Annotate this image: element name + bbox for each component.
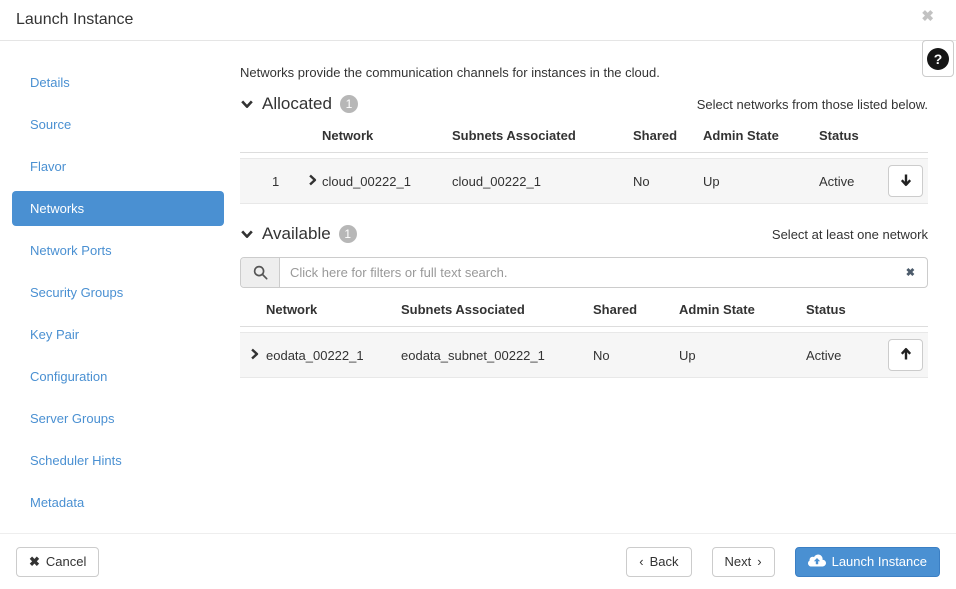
back-label: Back — [649, 554, 679, 569]
chevron-left-icon: ‹ — [639, 554, 644, 569]
column-header-network: Network — [322, 128, 374, 143]
search-input[interactable] — [280, 265, 894, 280]
column-header-subnets: Subnets Associated — [452, 128, 576, 143]
column-header-subnets: Subnets Associated — [401, 302, 525, 317]
cell-admin-state: Up — [703, 173, 720, 189]
column-header-network: Network — [266, 302, 318, 317]
arrow-down-icon — [900, 173, 912, 190]
next-label: Next — [724, 554, 752, 569]
allocated-table: Network Subnets Associated Shared Admin … — [240, 114, 928, 204]
modal-header: Launch Instance ✖ — [0, 0, 956, 41]
allocated-hint: Select networks from those listed below. — [696, 96, 928, 112]
arrow-up-icon — [900, 347, 912, 364]
available-title: Available — [262, 224, 331, 243]
column-header-status: Status — [819, 128, 859, 143]
available-table: Network Subnets Associated Shared Admin … — [240, 292, 928, 378]
available-section-toggle[interactable]: Available 1 — [240, 224, 357, 244]
column-header-status: Status — [806, 302, 846, 317]
available-table-row: eodata_00222_1 eodata_subnet_00222_1 No … — [240, 332, 928, 378]
modal-footer: ✖ Cancel ‹ Back Next › Launch Instance — [0, 533, 956, 589]
help-icon: ? — [927, 47, 949, 70]
deallocate-network-button[interactable] — [888, 165, 923, 197]
allocated-table-row: 1 cloud_00222_1 cloud_00222_1 No Up Acti… — [240, 158, 928, 204]
cell-subnets: cloud_00222_1 — [452, 173, 541, 189]
sidebar-item-metadata[interactable]: Metadata — [12, 485, 224, 520]
sidebar-item-networks[interactable]: Networks — [12, 191, 224, 226]
cell-subnets: eodata_subnet_00222_1 — [401, 347, 545, 363]
chevron-right-icon — [248, 347, 261, 364]
cloud-upload-icon — [807, 554, 826, 570]
allocated-count-badge: 1 — [339, 95, 358, 113]
cell-shared: No — [633, 173, 650, 189]
sidebar-item-scheduler-hints[interactable]: Scheduler Hints — [12, 443, 224, 478]
sort-icon — [250, 173, 266, 189]
launch-instance-button[interactable]: Launch Instance — [794, 546, 940, 577]
column-header-shared: Shared — [593, 302, 638, 317]
sidebar-item-key-pair[interactable]: Key Pair — [12, 317, 224, 352]
sidebar-item-details[interactable]: Details — [12, 65, 224, 100]
available-table-header: Network Subnets Associated Shared Admin … — [240, 292, 928, 327]
cancel-label: Cancel — [45, 554, 87, 569]
available-count-badge: 1 — [338, 225, 357, 243]
chevron-right-icon — [306, 173, 319, 190]
back-button[interactable]: ‹ Back — [626, 546, 692, 577]
available-hint: Select at least one network — [771, 226, 928, 242]
allocated-table-header: Network Subnets Associated Shared Admin … — [240, 114, 928, 153]
step-description: Networks provide the communication chann… — [240, 65, 660, 80]
cell-status: Active — [819, 173, 855, 189]
sidebar-item-flavor[interactable]: Flavor — [12, 149, 224, 184]
column-header-admin-state: Admin State — [703, 128, 779, 143]
sidebar-item-server-groups[interactable]: Server Groups — [12, 401, 224, 436]
cell-network: eodata_00222_1 — [266, 347, 364, 363]
cell-shared: No — [593, 347, 610, 363]
close-icon: ✖ — [29, 553, 40, 569]
wizard-sidebar: Details Source Flavor Networks Network P… — [0, 65, 240, 527]
allocated-title: Allocated — [262, 94, 332, 113]
page-title: Launch Instance — [16, 11, 134, 28]
expand-row-toggle[interactable] — [300, 173, 322, 190]
expand-row-toggle[interactable] — [240, 347, 266, 364]
sidebar-item-network-ports[interactable]: Network Ports — [12, 233, 224, 268]
chevron-down-icon — [240, 97, 254, 111]
cancel-button[interactable]: ✖ Cancel — [16, 546, 100, 577]
cell-status: Active — [806, 347, 842, 363]
modal-body: Details Source Flavor Networks Network P… — [0, 41, 956, 527]
networks-step: Networks provide the communication chann… — [240, 65, 928, 527]
sidebar-item-security-groups[interactable]: Security Groups — [12, 275, 224, 310]
drag-handle[interactable]: 1 — [240, 173, 300, 189]
sidebar-item-configuration[interactable]: Configuration — [12, 359, 224, 394]
close-icon[interactable]: ✖ — [915, 8, 940, 25]
allocated-section-toggle[interactable]: Allocated 1 — [240, 94, 358, 114]
allocate-network-button[interactable] — [888, 339, 923, 371]
search-clear-icon[interactable]: ✖ — [894, 266, 927, 279]
cell-network: cloud_00222_1 — [322, 173, 411, 189]
column-header-admin-state: Admin State — [679, 302, 755, 317]
chevron-right-icon: › — [757, 554, 762, 569]
cell-admin-state: Up — [679, 347, 696, 363]
help-button[interactable]: ? — [922, 40, 954, 77]
column-header-shared: Shared — [633, 128, 678, 143]
search-icon — [241, 258, 280, 287]
row-index: 1 — [272, 173, 280, 189]
launch-label: Launch Instance — [831, 554, 927, 569]
sidebar-item-source[interactable]: Source — [12, 107, 224, 142]
network-search-bar: ✖ — [240, 257, 928, 288]
next-button[interactable]: Next › — [711, 546, 775, 577]
chevron-down-icon — [240, 227, 254, 241]
